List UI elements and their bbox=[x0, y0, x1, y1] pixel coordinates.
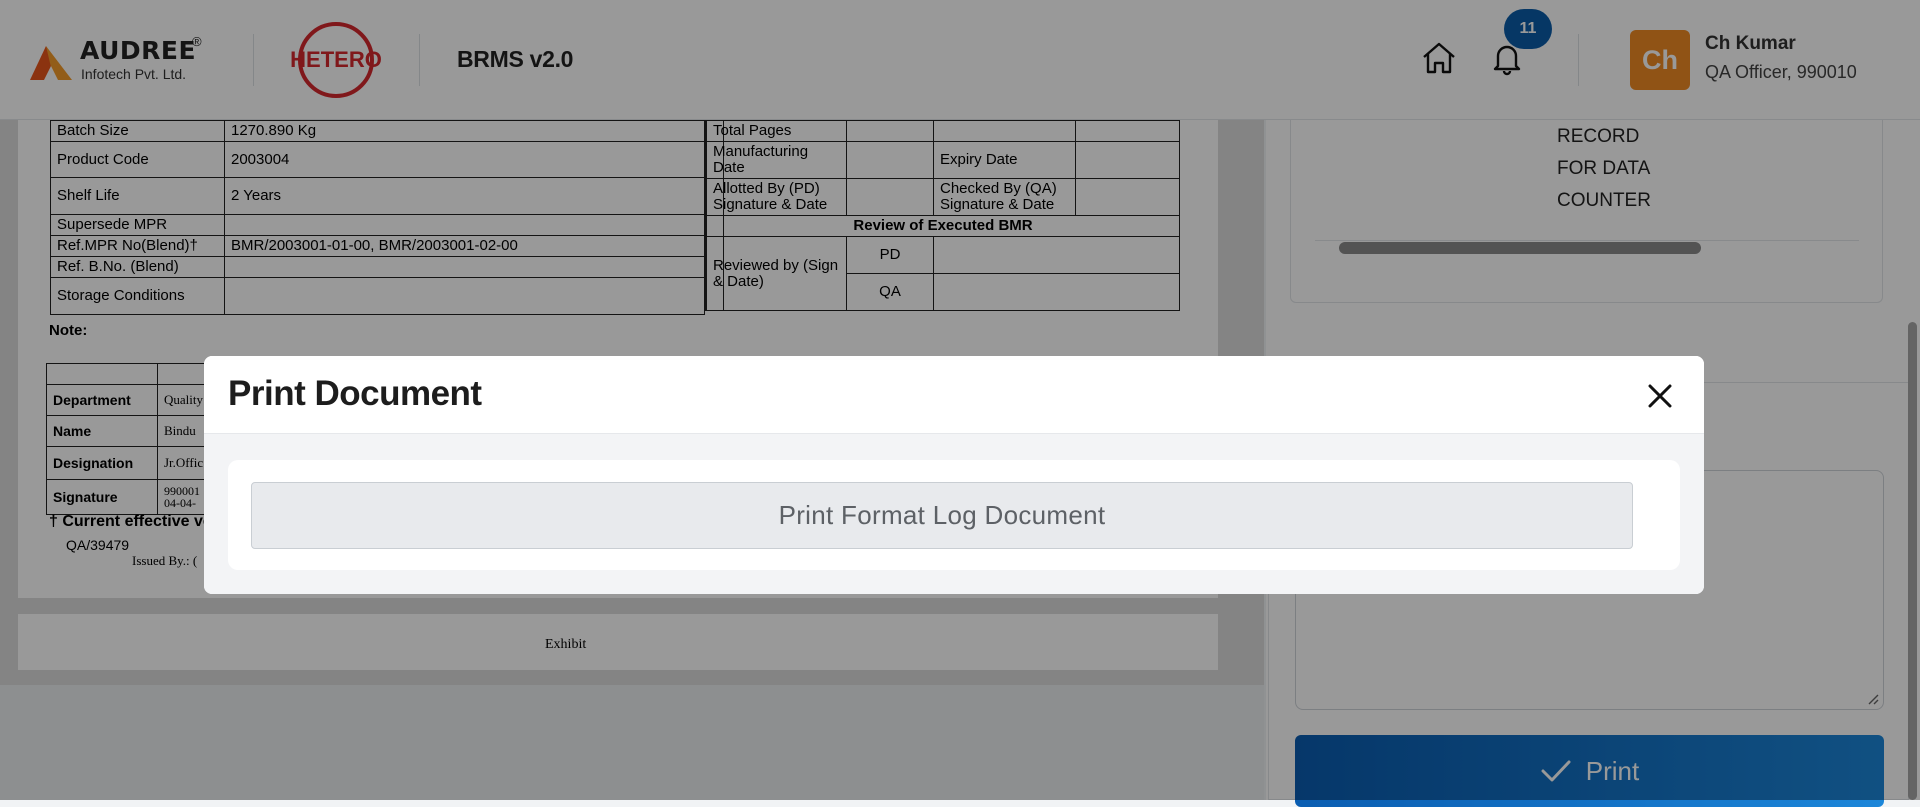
close-button[interactable] bbox=[1642, 378, 1678, 414]
modal-header: Print Document bbox=[204, 356, 1704, 434]
modal-title: Print Document bbox=[228, 374, 482, 413]
close-icon bbox=[1648, 384, 1672, 408]
modal-body: Print Format Log Document bbox=[204, 434, 1704, 594]
print-document-modal: Print Document Print Format Log Document bbox=[204, 356, 1704, 594]
modal-content-card: Print Format Log Document bbox=[228, 460, 1680, 570]
print-format-log-button[interactable]: Print Format Log Document bbox=[251, 482, 1633, 549]
